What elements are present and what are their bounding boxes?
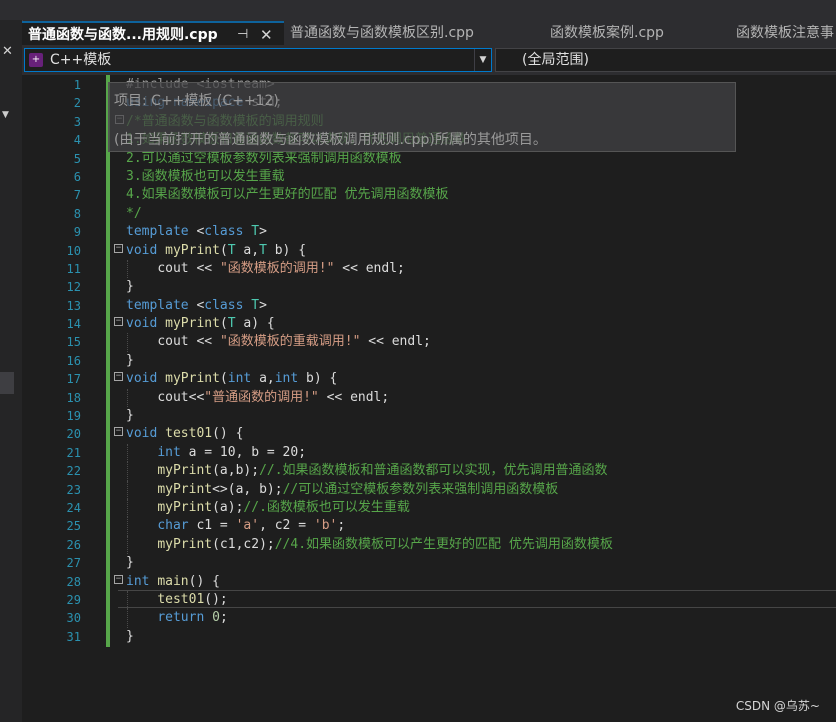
- fold-toggle-icon[interactable]: −: [114, 372, 123, 382]
- code-line[interactable]: 13 template <class T>: [22, 297, 836, 315]
- code-line[interactable]: 8 */: [22, 205, 836, 223]
- tab-file-3[interactable]: 函数模板案例.cpp: [544, 21, 728, 45]
- line-number: 15: [66, 335, 81, 350]
- line-number: 24: [66, 500, 81, 515]
- line-number: 26: [66, 537, 81, 552]
- line-number: 17: [66, 372, 81, 387]
- tab-file-2[interactable]: 普通函数与函数模板区别.cpp: [284, 21, 542, 45]
- line-number: 20: [66, 427, 81, 442]
- tab-label: 普通函数与函数模板区别.cpp: [290, 25, 474, 41]
- tab-label: 函数模板注意事: [736, 25, 834, 41]
- code-line[interactable]: 2 using namespace std;: [22, 94, 836, 112]
- code-line[interactable]: 19}: [22, 407, 836, 425]
- line-number: 2: [73, 96, 81, 111]
- chevron-down-icon[interactable]: ▼: [2, 110, 9, 120]
- chevron-down-icon[interactable]: ▼: [474, 49, 491, 71]
- code-line[interactable]: 4 1.如果函数模板和普通函数都可以实现，优先调用普通函数: [22, 131, 836, 149]
- code-line[interactable]: 5 2.可以通过空模板参数列表来强制调用函数模板: [22, 150, 836, 168]
- code-line[interactable]: 24 myPrint(a);//.函数模板也可以发生重载: [22, 498, 836, 518]
- line-number: 25: [66, 519, 81, 534]
- line-number: 7: [73, 188, 81, 203]
- watermark: CSDN @乌苏~: [735, 699, 820, 713]
- tab-file-4[interactable]: 函数模板注意事: [730, 21, 836, 45]
- line-number: 21: [66, 445, 81, 460]
- line-number: 30: [66, 611, 81, 626]
- line-number: 18: [66, 390, 81, 405]
- line-number: 8: [73, 206, 81, 221]
- line-number: 16: [66, 353, 81, 368]
- line-number: 23: [66, 482, 81, 497]
- line-number: 10: [66, 243, 81, 258]
- cpp-project-icon: +: [29, 53, 43, 67]
- line-number: 31: [66, 629, 81, 644]
- code-line[interactable]: 10− void myPrint(T a,T b) {: [22, 242, 836, 260]
- fold-toggle-icon[interactable]: −: [114, 317, 123, 327]
- code-line[interactable]: 7 4.如果函数模板可以产生更好的匹配 优先调用函数模板: [22, 186, 836, 204]
- line-number: 13: [66, 298, 81, 313]
- line-number: 9: [73, 225, 81, 240]
- fold-toggle-icon[interactable]: −: [114, 243, 123, 253]
- code-line[interactable]: 25 char c1 = 'a', c2 = 'b';: [22, 517, 836, 536]
- line-number: 12: [66, 280, 81, 295]
- scope-label: (全局范围): [522, 52, 589, 68]
- project-label: C++模板: [50, 52, 112, 68]
- code-line[interactable]: 27}: [22, 554, 836, 572]
- line-number: 19: [66, 409, 81, 424]
- line-number: 1: [73, 78, 81, 92]
- code-line[interactable]: 31}: [22, 628, 836, 646]
- code-line[interactable]: 15 cout << "函数模板的重载调用!" << endl;: [22, 333, 836, 352]
- code-line[interactable]: 12}: [22, 278, 836, 296]
- line-number: 4: [73, 133, 81, 148]
- line-number: 3: [73, 114, 81, 129]
- line-number: 14: [66, 317, 81, 332]
- code-line[interactable]: 11 cout << "函数模板的调用!" << endl;: [22, 259, 836, 279]
- line-number: 6: [73, 169, 81, 184]
- pin-icon[interactable]: ⊣: [237, 23, 248, 45]
- left-tool-panel: ✕ ▼: [0, 20, 23, 722]
- code-line[interactable]: 20− void test01() {: [22, 425, 836, 443]
- code-line[interactable]: 14− void myPrint(T a) {: [22, 315, 836, 333]
- code-line[interactable]: 29 test01();: [22, 590, 836, 610]
- fold-toggle-icon[interactable]: −: [114, 427, 123, 437]
- project-dropdown[interactable]: + C++模板 ▼: [24, 48, 492, 72]
- code-line[interactable]: 17− void myPrint(int a,int b) {: [22, 370, 836, 388]
- tab-label: 函数模板案例.cpp: [550, 25, 664, 41]
- scope-dropdown[interactable]: (全局范围): [495, 48, 836, 72]
- fold-toggle-icon[interactable]: −: [115, 114, 124, 124]
- code-line[interactable]: 6 3.函数模板也可以发生重载: [22, 168, 836, 186]
- line-number: 27: [66, 556, 81, 571]
- code-line[interactable]: 1 #include <iostream>: [22, 76, 836, 94]
- code-line[interactable]: 28− int main() {: [22, 573, 836, 591]
- code-line[interactable]: 23 myPrint<>(a, b);//可以通过空模板参数列表来强制调用函数模…: [22, 480, 836, 499]
- code-line[interactable]: 9 template <class T>: [22, 223, 836, 241]
- code-line[interactable]: 30 return 0;: [22, 609, 836, 628]
- code-line[interactable]: 21 int a = 10, b = 20;: [22, 443, 836, 463]
- code-line[interactable]: 18 cout<<"普通函数的调用!" << endl;: [22, 388, 836, 408]
- code-line[interactable]: 3−/*普通函数与函数模板的调用规则: [22, 113, 836, 131]
- line-number: 5: [73, 151, 81, 166]
- close-icon[interactable]: ✕: [2, 44, 13, 59]
- title-bar: [0, 0, 836, 20]
- code-line[interactable]: 26 myPrint(c1,c2);//4.如果函数模板可以产生更好的匹配 优先…: [22, 535, 836, 555]
- tab-active-file[interactable]: 普通函数与函数...用规则.cpp ⊣ ✕: [22, 21, 284, 45]
- line-number: 22: [66, 464, 81, 479]
- code-editor[interactable]: 1 #include <iostream> 2 using namespace st…: [22, 75, 836, 722]
- close-tab-icon[interactable]: ✕: [260, 23, 273, 45]
- panel-selection: [0, 372, 14, 394]
- tab-label: 普通函数与函数...用规则.cpp: [28, 27, 218, 43]
- line-number: 11: [66, 261, 81, 276]
- line-number: 29: [66, 592, 81, 607]
- fold-toggle-icon[interactable]: −: [114, 574, 123, 584]
- code-line[interactable]: 16}: [22, 352, 836, 370]
- line-number: 28: [66, 574, 81, 589]
- code-line[interactable]: 22 myPrint(a,b);//.如果函数模板和普通函数都可以实现，优先调用…: [22, 462, 836, 481]
